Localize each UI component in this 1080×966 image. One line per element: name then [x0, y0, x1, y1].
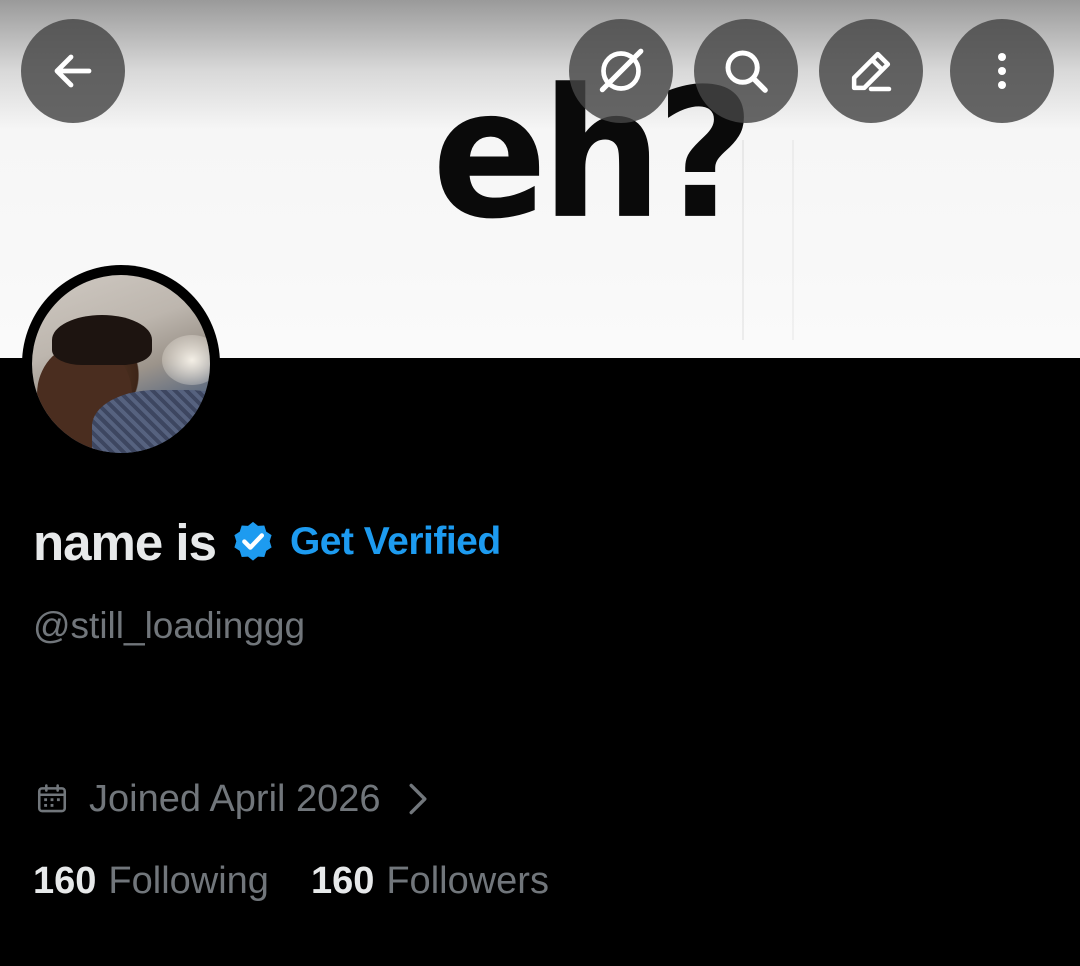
- avatar-hair: [52, 315, 152, 365]
- get-verified-link[interactable]: Get Verified: [290, 520, 501, 564]
- grok-icon: [599, 48, 644, 93]
- name-row: name is Get Verified: [33, 512, 501, 572]
- avatar[interactable]: [32, 275, 210, 453]
- edit-icon: [851, 51, 892, 92]
- followers-stat[interactable]: 160 Followers: [311, 860, 549, 903]
- calendar-icon: [35, 782, 69, 816]
- following-count: 160: [33, 860, 97, 902]
- edit-button[interactable]: [819, 19, 923, 123]
- following-label: Following: [108, 860, 269, 902]
- banner-decoration: [742, 140, 794, 340]
- followers-count: 160: [310, 860, 375, 902]
- more-button[interactable]: [950, 19, 1054, 123]
- more-vertical-icon: [998, 53, 1006, 89]
- stats-row: 160 Following 160 Followers: [33, 860, 549, 903]
- display-name: name is: [33, 513, 217, 571]
- search-button[interactable]: [694, 19, 798, 123]
- following-stat[interactable]: 160 Following: [33, 860, 269, 903]
- back-button[interactable]: [21, 19, 125, 123]
- avatar-light: [162, 335, 210, 385]
- search-icon: [725, 50, 768, 93]
- user-handle: @still_loadinggg: [33, 605, 306, 646]
- chevron-right-icon: [407, 782, 429, 816]
- joined-date: Joined April 2026: [89, 777, 381, 820]
- followers-label: Followers: [386, 860, 549, 902]
- arrow-left-icon: [54, 54, 92, 88]
- grok-button[interactable]: [569, 19, 673, 123]
- joined-row[interactable]: Joined April 2026: [35, 776, 429, 822]
- verified-badge-icon[interactable]: [230, 519, 276, 565]
